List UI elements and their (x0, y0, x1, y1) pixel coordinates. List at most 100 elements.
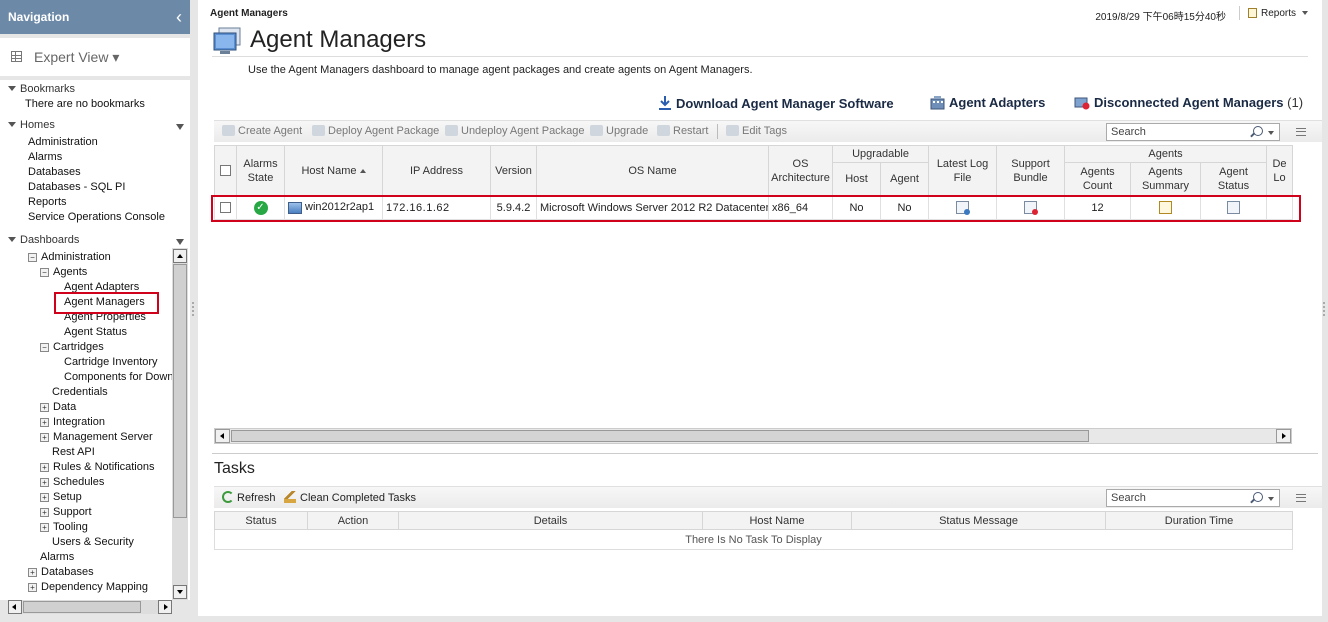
disconnected-agent-managers-link[interactable]: Disconnected Agent Managers (1) (1074, 95, 1303, 110)
expand-icon[interactable]: + (40, 418, 49, 427)
latest-log-file-header[interactable]: Latest Log File (928, 145, 997, 196)
scroll-left-icon[interactable] (215, 429, 230, 443)
select-all-checkbox[interactable] (220, 165, 231, 177)
tree-item-credentials[interactable]: Credentials (52, 386, 108, 398)
tree-item-alarms[interactable]: Alarms (40, 551, 74, 563)
expand-icon[interactable]: + (40, 433, 49, 442)
right-splitter-handle[interactable] (1323, 302, 1325, 316)
home-item-alarms[interactable]: Alarms (28, 151, 62, 163)
deploy-agent-package-button[interactable]: Deploy Agent Package (312, 125, 439, 137)
upgradable-agent-header[interactable]: Agent (880, 162, 929, 196)
expand-icon[interactable]: + (40, 463, 49, 472)
collapse-icon[interactable]: − (40, 268, 49, 277)
homes-section-header[interactable]: Homes (8, 119, 55, 131)
download-agent-manager-link[interactable]: Download Agent Manager Software (658, 95, 894, 111)
tree-vertical-scrollbar[interactable] (172, 248, 188, 600)
scroll-down-icon[interactable] (173, 585, 187, 599)
task-host-name-header[interactable]: Host Name (702, 511, 852, 530)
task-details-header[interactable]: Details (398, 511, 703, 530)
alarms-state-header[interactable]: Alarms State (236, 145, 285, 196)
dashboards-section-header[interactable]: Dashboards (8, 234, 79, 246)
nav-splitter-handle[interactable] (192, 302, 194, 316)
tree-item-cartridges[interactable]: − Cartridges (40, 341, 104, 353)
home-item-reports[interactable]: Reports (28, 196, 67, 208)
collapse-icon[interactable]: − (40, 343, 49, 352)
tree-item-agents[interactable]: − Agents (40, 266, 87, 278)
undeploy-agent-package-button[interactable]: Undeploy Agent Package (445, 125, 585, 137)
agent-managers-search-input[interactable]: Search (1106, 123, 1280, 141)
tree-item-rules-notifications[interactable]: + Rules & Notifications (40, 461, 155, 473)
refresh-button[interactable]: Refresh (222, 491, 276, 504)
tasks-search-input[interactable]: Search (1106, 489, 1280, 507)
upgrade-button[interactable]: Upgrade (590, 125, 648, 137)
tree-item-integration[interactable]: + Integration (40, 416, 105, 428)
grid-horizontal-scrollbar[interactable] (214, 428, 1292, 444)
view-selector[interactable]: Expert View ▾ (0, 38, 190, 76)
tree-item-agent-status[interactable]: Agent Status (64, 326, 127, 338)
host-name-header[interactable]: Host Name (284, 145, 383, 196)
tree-item-rest-api[interactable]: Rest API (52, 446, 95, 458)
tree-item-cartridge-inventory[interactable]: Cartridge Inventory (64, 356, 158, 368)
tree-item-setup[interactable]: + Setup (40, 491, 82, 503)
column-menu-icon[interactable] (1296, 128, 1306, 136)
version-header[interactable]: Version (490, 145, 537, 196)
expand-icon[interactable]: + (40, 508, 49, 517)
task-duration-header[interactable]: Duration Time (1105, 511, 1293, 530)
upgradable-host-header[interactable]: Host (832, 162, 881, 196)
task-status-header[interactable]: Status (214, 511, 308, 530)
bookmarks-section-header[interactable]: Bookmarks (8, 83, 75, 95)
expand-triangle-icon (8, 86, 16, 91)
tree-item-databases[interactable]: + Databases (28, 566, 94, 578)
dashboards-filter-icon[interactable] (176, 239, 184, 245)
collapse-nav-icon[interactable]: ‹ (176, 0, 182, 34)
reports-menu[interactable]: Reports (1247, 8, 1308, 19)
support-bundle-header[interactable]: Support Bundle (996, 145, 1065, 196)
restart-button[interactable]: Restart (657, 125, 708, 137)
tree-item-users-security[interactable]: Users & Security (52, 536, 134, 548)
tree-item-administration[interactable]: − Administration (28, 251, 111, 263)
home-item-databases-sql-pi[interactable]: Databases - SQL PI (28, 181, 125, 193)
tree-horizontal-scrollbar[interactable] (8, 600, 172, 614)
tree-item-support[interactable]: + Support (40, 506, 92, 518)
clean-completed-tasks-button[interactable]: Clean Completed Tasks (284, 491, 416, 504)
tree-item-management-server[interactable]: + Management Server (40, 431, 153, 443)
scroll-right-icon[interactable] (1276, 429, 1291, 443)
expand-icon[interactable]: + (40, 478, 49, 487)
expand-icon[interactable]: + (28, 568, 37, 577)
tree-item-components-for-down[interactable]: Components for Down (64, 371, 173, 383)
create-agent-button[interactable]: Create Agent (222, 125, 302, 137)
expand-icon[interactable]: + (40, 523, 49, 532)
tree-item-schedules[interactable]: + Schedules (40, 476, 104, 488)
home-item-service-operations-console[interactable]: Service Operations Console (28, 211, 165, 223)
home-item-administration[interactable]: Administration (28, 136, 98, 148)
scroll-thumb[interactable] (23, 601, 141, 613)
edit-tags-button[interactable]: Edit Tags (726, 125, 787, 137)
scroll-left-icon[interactable] (8, 600, 22, 614)
scroll-thumb[interactable] (231, 430, 1089, 442)
agent-status-header[interactable]: Agent Status (1199, 162, 1268, 196)
collapse-icon[interactable]: − (28, 253, 37, 262)
chevron-down-icon (1302, 11, 1308, 15)
scroll-up-icon[interactable] (173, 249, 187, 263)
agent-adapters-link[interactable]: Agent Adapters (930, 95, 1045, 110)
tree-item-tooling[interactable]: + Tooling (40, 521, 88, 533)
homes-filter-icon[interactable] (176, 124, 184, 130)
home-item-databases[interactable]: Databases (28, 166, 81, 178)
agents-summary-header[interactable]: Agents Summary (1130, 162, 1201, 196)
os-name-header[interactable]: OS Name (536, 145, 769, 196)
task-status-message-header[interactable]: Status Message (851, 511, 1106, 530)
scroll-thumb[interactable] (173, 264, 187, 518)
expand-icon[interactable]: + (28, 583, 37, 592)
column-menu-icon[interactable] (1296, 494, 1306, 502)
de-lo-header[interactable]: De Lo (1266, 145, 1294, 196)
task-action-header[interactable]: Action (307, 511, 399, 530)
tree-item-data[interactable]: + Data (40, 401, 76, 413)
os-architecture-header[interactable]: OS Architecture (768, 145, 833, 196)
scroll-right-icon[interactable] (158, 600, 172, 614)
tree-item-dependency-mapping[interactable]: + Dependency Mapping (28, 581, 148, 593)
ip-address-header[interactable]: IP Address (382, 145, 491, 196)
page-description: Use the Agent Managers dashboard to mana… (248, 64, 753, 76)
expand-icon[interactable]: + (40, 403, 49, 412)
expand-icon[interactable]: + (40, 493, 49, 502)
agents-count-header[interactable]: Agents Count (1064, 162, 1131, 196)
